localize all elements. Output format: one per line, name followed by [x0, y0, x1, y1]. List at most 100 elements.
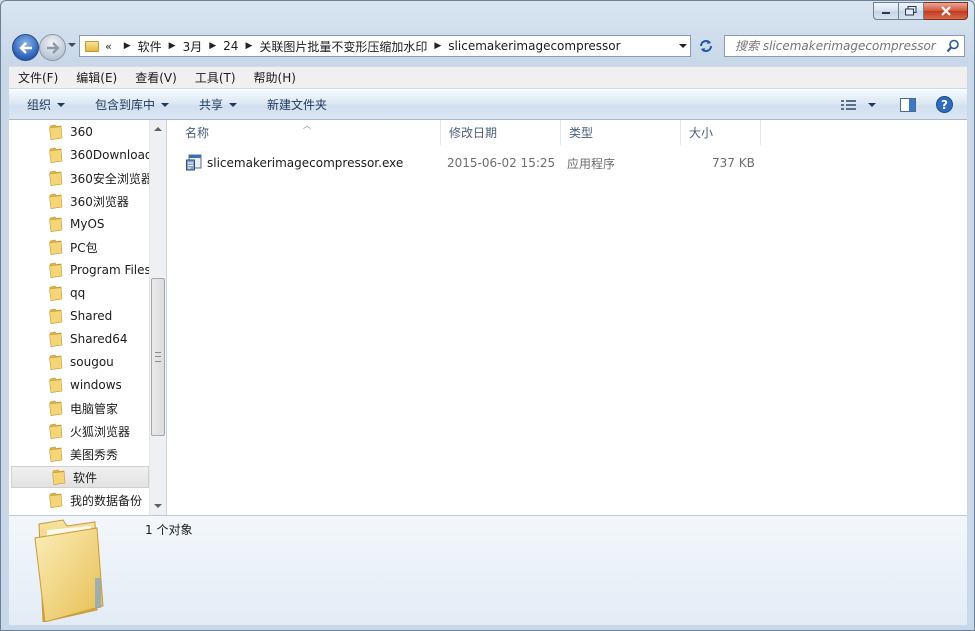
tree-item[interactable]: 美图秀秀	[9, 443, 149, 465]
recent-pages-dropdown[interactable]	[68, 43, 76, 47]
folder-icon	[49, 170, 63, 186]
folder-icon	[49, 216, 63, 232]
dropdown-arrow-icon	[868, 102, 876, 107]
tree-item[interactable]: 360Download	[9, 144, 149, 166]
tree-item-label: PC包	[70, 240, 98, 255]
tree-item-label: sougou	[70, 355, 114, 369]
tree-item[interactable]: qq	[9, 282, 149, 304]
minimize-button[interactable]	[873, 2, 899, 20]
minimize-icon	[882, 12, 890, 14]
tree-item[interactable]: sougou	[9, 351, 149, 373]
tree-item-label: 软件	[73, 470, 98, 485]
nav-scrollbar[interactable]	[149, 120, 166, 515]
file-row[interactable]: slicemakerimagecompressor.exe 2015-06-02…	[167, 152, 767, 174]
column-header-type[interactable]: 类型	[561, 120, 681, 145]
file-date: 2015-06-02 15:25	[447, 156, 556, 170]
folder-icon	[49, 423, 63, 439]
tree-item[interactable]: 电脑管家	[9, 397, 149, 419]
menu-edit[interactable]: 编辑(E)	[67, 69, 126, 86]
menu-file[interactable]: 文件(F)	[9, 69, 67, 86]
column-header-size[interactable]: 大小	[681, 120, 761, 145]
folder-icon	[49, 308, 63, 324]
caption-buttons	[873, 2, 968, 20]
include-in-library-button[interactable]: 包含到库中	[95, 96, 170, 113]
tree-item[interactable]: Program Files	[9, 259, 149, 281]
executable-icon	[186, 154, 202, 171]
preview-pane-icon	[900, 97, 916, 112]
share-button[interactable]: 共享	[199, 96, 238, 113]
tree-item[interactable]: 360浏览器	[9, 190, 149, 212]
folder-icon	[49, 446, 63, 462]
tree-item-label: Shared64	[70, 332, 128, 346]
tree-item[interactable]: Shared64	[9, 328, 149, 350]
search-box[interactable]	[724, 35, 965, 57]
tree-item-label: 360安全浏览器	[70, 171, 149, 186]
tree-item[interactable]: 360安全浏览器	[9, 167, 149, 189]
tree-item-label: 360Download	[70, 148, 149, 162]
tree-item-label: MyOS	[70, 217, 105, 231]
menu-help[interactable]: 帮助(H)	[245, 69, 305, 86]
folder-icon	[49, 262, 63, 278]
maximize-button[interactable]	[899, 2, 924, 20]
chevron-right-icon[interactable]: ▶	[245, 41, 252, 51]
column-header-name[interactable]: 名称	[177, 120, 441, 145]
search-input[interactable]	[733, 38, 947, 54]
scroll-thumb[interactable]	[151, 278, 165, 436]
change-view-button[interactable]	[841, 99, 876, 111]
chevron-right-icon[interactable]: ▶	[434, 41, 441, 51]
back-button[interactable]	[12, 34, 39, 61]
file-name[interactable]: slicemakerimagecompressor.exe	[207, 156, 403, 170]
folder-icon	[49, 124, 63, 140]
breadcrumb-item[interactable]: 3月	[183, 38, 203, 55]
chevron-right-icon[interactable]: ▶	[169, 41, 176, 51]
tree-item-label: 电脑管家	[70, 401, 119, 416]
scroll-up-arrow-icon[interactable]	[154, 127, 162, 131]
breadcrumb-item[interactable]: 24	[223, 39, 238, 53]
item-count: 1 个对象	[145, 523, 193, 537]
folder-icon	[49, 492, 63, 508]
scroll-down-arrow-icon[interactable]	[154, 504, 162, 508]
search-icon[interactable]	[946, 39, 960, 53]
menu-tools[interactable]: 工具(T)	[186, 69, 245, 86]
new-folder-button[interactable]: 新建文件夹	[267, 96, 327, 113]
forward-button[interactable]	[39, 34, 66, 61]
folder-icon	[52, 469, 66, 485]
grip-icon	[155, 352, 161, 362]
dropdown-arrow-icon	[57, 102, 66, 107]
tree-item[interactable]: 软件	[11, 466, 149, 488]
tree-item[interactable]: Shared	[9, 305, 149, 327]
address-bar[interactable]: « ▶ 软件 ▶ 3月 ▶ 24 ▶ 关联图片批量不变形压缩加水印 ▶ slic…	[79, 35, 691, 57]
refresh-button[interactable]	[694, 35, 718, 57]
tree-item-label: windows	[70, 378, 122, 392]
column-header-name-label: 名称	[185, 126, 210, 140]
help-button[interactable]: ?	[936, 96, 953, 113]
address-overflow[interactable]: «	[105, 40, 112, 53]
tree-item[interactable]: PC包	[9, 236, 149, 258]
tree-item[interactable]: MyOS	[9, 213, 149, 235]
tree-item[interactable]: 火狐浏览器	[9, 420, 149, 442]
tree-item-label: 我的数据备份	[70, 493, 143, 508]
breadcrumb-item[interactable]: slicemakerimagecompressor	[448, 39, 620, 53]
breadcrumb-item[interactable]: 软件	[138, 38, 162, 55]
tree-item[interactable]: 我的数据备份	[9, 489, 149, 511]
breadcrumb-item[interactable]: 关联图片批量不变形压缩加水印	[259, 38, 427, 55]
svg-text:?: ?	[941, 98, 948, 112]
dropdown-arrow-icon	[161, 102, 170, 107]
address-dropdown[interactable]	[679, 44, 687, 48]
restore-icon	[905, 6, 917, 16]
tree-item-label: Shared	[70, 309, 113, 323]
chevron-right-icon[interactable]: ▶	[209, 41, 216, 51]
folder-icon	[49, 239, 63, 255]
tree-item-label: 火狐浏览器	[70, 424, 131, 439]
organize-button[interactable]: 组织	[27, 96, 66, 113]
tree-item[interactable]: 360	[9, 121, 149, 143]
tree-item[interactable]: windows	[9, 374, 149, 396]
folder-icon	[49, 377, 63, 393]
preview-pane-button[interactable]	[900, 97, 916, 112]
close-button[interactable]	[924, 2, 968, 20]
folder-icon	[49, 400, 63, 416]
menu-view[interactable]: 查看(V)	[126, 69, 186, 86]
tree-item-label: Program Files	[70, 263, 149, 277]
column-header-date[interactable]: 修改日期	[441, 120, 561, 145]
folder-icon	[49, 285, 63, 301]
